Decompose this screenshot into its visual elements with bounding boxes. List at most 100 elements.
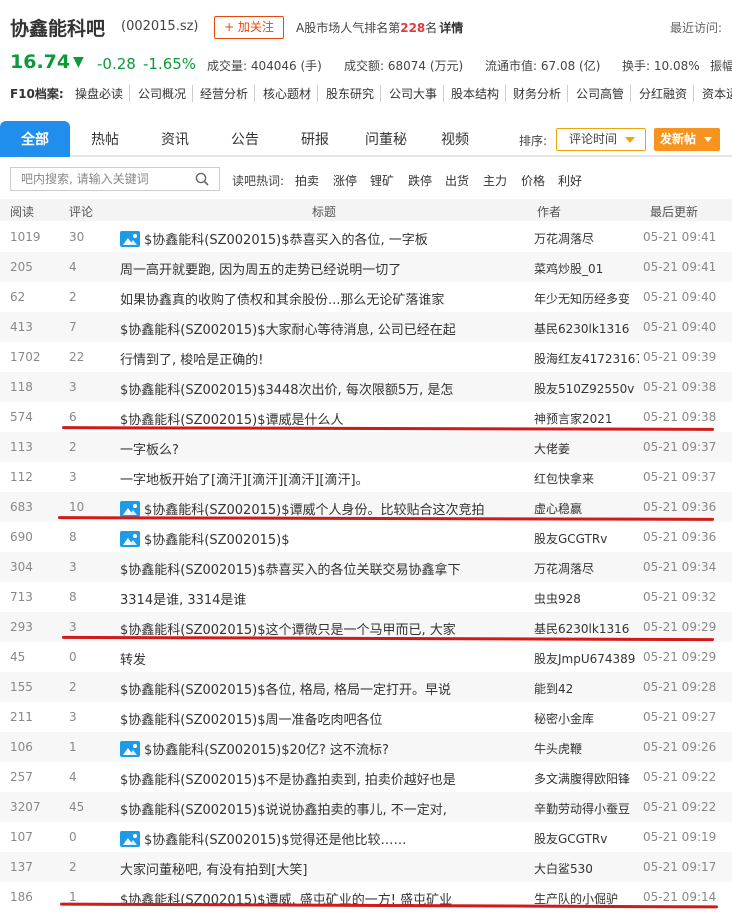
author-link[interactable]: 能到42 xyxy=(534,680,639,697)
author-link[interactable]: 股海红友41723167 xyxy=(534,350,639,367)
sort-value: 评论时间 xyxy=(569,132,618,146)
author-link[interactable]: 多文满腹得欧阳锋 xyxy=(534,770,639,787)
new-post-button[interactable]: 发新帖 xyxy=(654,128,720,151)
author-link[interactable]: 秘密小金库 xyxy=(534,710,639,727)
author-link[interactable]: 大白鲨530 xyxy=(534,860,639,877)
author-link[interactable]: 股友GCGTRv xyxy=(534,830,639,847)
post-title-link[interactable]: $协鑫能科(SZ002015)$大家耐心等待消息, 公司已经在起 xyxy=(120,319,530,338)
f10-link[interactable]: 公司大事 xyxy=(389,85,445,102)
tab-research[interactable]: 研报 xyxy=(288,121,342,157)
post-title-link[interactable]: 3314是谁, 3314是谁 xyxy=(120,589,530,608)
tab-hot[interactable]: 热帖 xyxy=(78,121,132,157)
author-link[interactable]: 基民6230lk1316 xyxy=(534,320,639,337)
post-title-link[interactable]: $协鑫能科(SZ002015)$谭威个人身份。比较贴合这次竞拍 xyxy=(120,499,530,518)
bar-title[interactable]: 协鑫能科吧 xyxy=(10,14,105,41)
hot-word[interactable]: 跌停 xyxy=(408,172,432,189)
author-link[interactable]: 万花凋落尽 xyxy=(534,230,639,247)
post-title-link[interactable]: $协鑫能科(SZ002015)$说说协鑫拍卖的事儿, 不一定对, xyxy=(120,799,530,818)
hot-word[interactable]: 利好 xyxy=(558,172,582,189)
author-link[interactable]: 神预言家2021 xyxy=(534,410,639,427)
post-title-link[interactable]: $协鑫能科(SZ002015)$周一准备吃肉吧各位 xyxy=(120,709,530,728)
post-title-link[interactable]: $协鑫能科(SZ002015)$恭喜买入的各位关联交易协鑫拿下 xyxy=(120,559,530,578)
post-title-link[interactable]: 大家问董秘吧, 有没有拍到[大笑] xyxy=(120,859,530,878)
sort-dropdown[interactable]: 评论时间 xyxy=(556,128,646,151)
author-link[interactable]: 辛勤劳动得小蚕豆 xyxy=(534,800,639,817)
tab-ask-secretary[interactable]: 问董秘 xyxy=(356,121,416,157)
post-title-link[interactable]: 周一高开就要跑, 因为周五的走势已经说明一切了 xyxy=(120,259,530,278)
author-link[interactable]: 股友GCGTRv xyxy=(534,530,639,547)
post-title-link[interactable]: 转发 xyxy=(120,649,530,668)
post-title-link[interactable]: 如果协鑫真的收购了债权和其余股份...那么无论矿落谁家 xyxy=(120,289,530,308)
comment-count: 3 xyxy=(69,380,77,394)
post-title-link[interactable]: $协鑫能科(SZ002015)$ xyxy=(120,529,530,548)
f10-link[interactable]: 股本结构 xyxy=(451,85,507,102)
post-title-link[interactable]: $协鑫能科(SZ002015)$20亿? 这不流标? xyxy=(120,739,530,758)
hot-word[interactable]: 出货 xyxy=(445,172,469,189)
search-input[interactable] xyxy=(11,168,191,190)
tab-news[interactable]: 资讯 xyxy=(148,121,202,157)
search-icon[interactable] xyxy=(195,172,209,186)
tab-video[interactable]: 视频 xyxy=(428,121,482,157)
post-title-link[interactable]: 一字板么? xyxy=(120,439,530,458)
comment-count: 4 xyxy=(69,260,77,274)
author-link[interactable]: 红包快拿来 xyxy=(534,470,639,487)
f10-link[interactable]: 股东研究 xyxy=(326,85,382,102)
f10-link[interactable]: 经营分析 xyxy=(200,85,256,102)
post-title-link[interactable]: $协鑫能科(SZ002015)$恭喜买入的各位, 一字板 xyxy=(120,229,530,248)
author-link[interactable]: 虚心稳赢 xyxy=(534,500,639,517)
author-link[interactable]: 年少无知历经多变 xyxy=(534,290,639,307)
comment-count: 3 xyxy=(69,560,77,574)
follow-button[interactable]: + 加关注 xyxy=(214,16,284,39)
author-link[interactable]: 虫虫928 xyxy=(534,590,639,607)
post-title-link[interactable]: 一字地板开始了[滴汗][滴汗][滴汗][滴汗]。 xyxy=(120,469,530,488)
quote-bar: 16.74 ▼ -0.28 -1.65% 成交量: 404046 (手) 成交额… xyxy=(0,51,732,78)
post-title-text: 行情到了, 梭哈是正确的! xyxy=(120,353,264,368)
tab-announcements[interactable]: 公告 xyxy=(218,121,272,157)
author-link[interactable]: 股友JmpU674389 xyxy=(534,650,639,667)
table-row: 304 3 $协鑫能科(SZ002015)$恭喜买入的各位关联交易协鑫拿下 万花凋落尽… xyxy=(0,552,732,582)
post-title-link[interactable]: $协鑫能科(SZ002015)$各位, 格局, 格局一定打开。早说 xyxy=(120,679,530,698)
read-count: 690 xyxy=(10,530,33,544)
post-title-text: 大家问董秘吧, 有没有拍到[大笑] xyxy=(120,863,308,878)
recent-visit-label: 最近访问: xyxy=(670,21,723,35)
hot-word[interactable]: 主力 xyxy=(483,172,507,189)
last-update-time: 05-21 09:41 xyxy=(643,230,717,244)
table-row: 106 1 $协鑫能科(SZ002015)$20亿? 这不流标? 牛头虎鞭 05-21 … xyxy=(0,732,732,762)
author-link[interactable]: 牛头虎鞭 xyxy=(534,740,639,757)
header-last-update: 最后更新 xyxy=(650,205,699,219)
f10-link[interactable]: 核心题材 xyxy=(263,85,319,102)
author-link[interactable]: 大佬姜 xyxy=(534,440,639,457)
hot-word[interactable]: 价格 xyxy=(521,172,545,189)
f10-link[interactable]: 财务分析 xyxy=(513,85,569,102)
f10-link[interactable]: 分红融资 xyxy=(639,85,695,102)
post-title-link[interactable]: 行情到了, 梭哈是正确的! xyxy=(120,349,530,368)
hot-word[interactable]: 拍卖 xyxy=(295,172,319,189)
hot-word[interactable]: 锂矿 xyxy=(370,172,394,189)
post-title-link[interactable]: $协鑫能科(SZ002015)$3448次出价, 每次限额5万, 是怎 xyxy=(120,379,530,398)
rank-detail-link[interactable]: 详情 xyxy=(439,21,463,35)
read-count: 1702 xyxy=(10,350,41,364)
new-post-label: 发新帖 xyxy=(660,132,697,146)
post-title-link[interactable]: $协鑫能科(SZ002015)$谭威是什么人 xyxy=(120,409,530,428)
hot-word[interactable]: 涨停 xyxy=(333,172,357,189)
f10-link[interactable]: 公司高管 xyxy=(576,85,632,102)
author-link[interactable]: 基民6230lk1316 xyxy=(534,620,639,637)
last-update-time: 05-21 09:26 xyxy=(643,740,717,754)
table-row: 155 2 $协鑫能科(SZ002015)$各位, 格局, 格局一定打开。早说 能到4… xyxy=(0,672,732,702)
tab-all[interactable]: 全部 xyxy=(0,121,70,157)
read-count: 205 xyxy=(10,260,33,274)
author-link[interactable]: 万花凋落尽 xyxy=(534,560,639,577)
last-update-time: 05-21 09:37 xyxy=(643,470,717,484)
read-count: 304 xyxy=(10,560,33,574)
popularity-rank: A股市场人气排名第228名 详情 xyxy=(296,19,463,36)
author-link[interactable]: 菜鸡炒股_01 xyxy=(534,260,639,277)
f10-link[interactable]: 资本运 xyxy=(702,85,732,102)
f10-link[interactable]: 公司概况 xyxy=(138,85,194,102)
author-link[interactable]: 股友510Z92550v xyxy=(534,380,639,397)
bar-search xyxy=(10,167,220,191)
post-title-link[interactable]: $协鑫能科(SZ002015)$这个谭微只是一个马甲而已, 大家 xyxy=(120,619,530,638)
post-title-link[interactable]: $协鑫能科(SZ002015)$觉得还是他比较…… xyxy=(120,829,530,848)
post-title-link[interactable]: $协鑫能科(SZ002015)$不是协鑫拍卖到, 拍卖价越好也是 xyxy=(120,769,530,788)
last-update-time: 05-21 09:40 xyxy=(643,290,717,304)
f10-link[interactable]: 操盘必读 xyxy=(75,85,131,102)
